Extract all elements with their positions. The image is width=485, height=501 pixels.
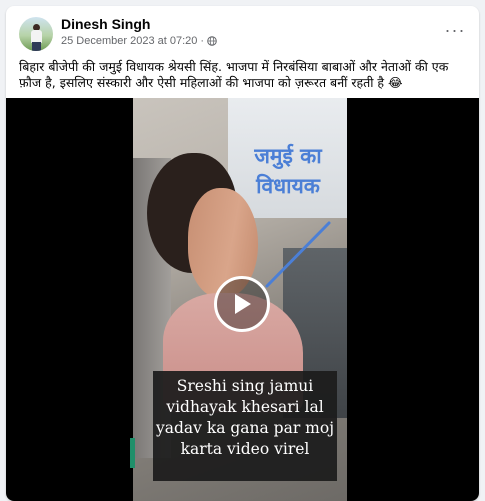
post-timestamp[interactable]: 25 December 2023 at 07:20 bbox=[61, 35, 197, 47]
play-icon[interactable] bbox=[214, 276, 270, 332]
video-player[interactable]: जमुई का विधायक Sreshi sing jamui vidhaya… bbox=[6, 98, 479, 501]
post-meta: 25 December 2023 at 07:20 · bbox=[61, 35, 217, 47]
author-name[interactable]: Dinesh Singh bbox=[61, 16, 150, 32]
avatar[interactable] bbox=[19, 17, 53, 51]
globe-icon[interactable] bbox=[207, 36, 217, 46]
video-caption: Sreshi sing jamui vidhayak khesari lal y… bbox=[153, 371, 337, 481]
video-edge-mark bbox=[130, 438, 135, 468]
more-options-button[interactable]: ··· bbox=[441, 20, 469, 40]
post-card: Dinesh Singh 25 December 2023 at 07:20 ·… bbox=[6, 6, 479, 501]
meta-separator: · bbox=[200, 35, 205, 47]
post-text: बिहार बीजेपी की जमुई विधायक श्रेयसी सिंह… bbox=[19, 59, 449, 90]
